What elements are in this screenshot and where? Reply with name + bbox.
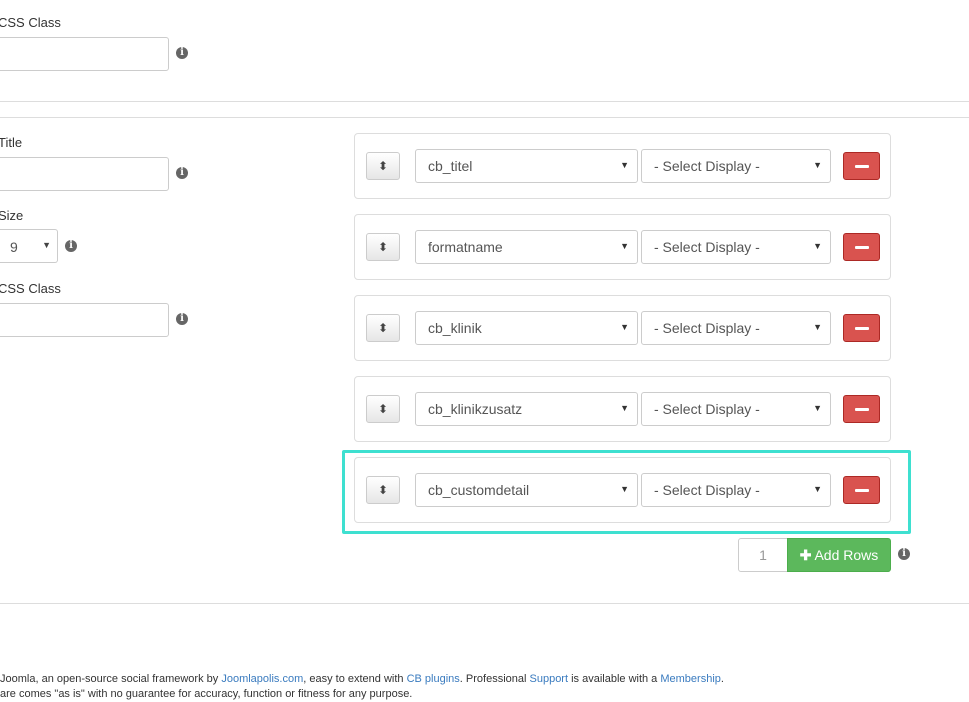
- display-select-value: - Select Display -: [654, 239, 760, 255]
- footer-text: Joomla, an open-source social framework …: [0, 673, 222, 685]
- joomlapolis-link[interactable]: Joomlapolis.com: [221, 673, 303, 685]
- display-select-value: - Select Display -: [654, 320, 760, 336]
- field-select[interactable]: cb_klinik ▼: [415, 311, 638, 345]
- display-select[interactable]: - Select Display - ▼: [641, 149, 831, 183]
- plus-icon: ✚: [799, 547, 812, 563]
- title-input[interactable]: [0, 157, 169, 191]
- membership-link[interactable]: Membership: [660, 673, 721, 685]
- caret-down-icon: ▼: [813, 160, 822, 170]
- remove-row-button[interactable]: [843, 233, 880, 261]
- footer-text: .: [720, 673, 724, 685]
- footer-text: is available with a: [568, 673, 661, 685]
- sort-handle-icon[interactable]: ⬍: [366, 152, 400, 180]
- display-select-value: - Select Display -: [654, 401, 760, 417]
- add-rows-label: Add Rows: [814, 547, 879, 563]
- display-select[interactable]: - Select Display - ▼: [641, 392, 831, 426]
- field-row: ⬍ cb_klinikzusatz ▼ - Select Display - ▼: [354, 376, 891, 442]
- field-select[interactable]: cb_titel ▼: [415, 149, 638, 183]
- info-icon[interactable]: i: [176, 313, 188, 325]
- info-icon[interactable]: i: [65, 240, 77, 252]
- title-label: Title: [0, 135, 23, 150]
- footer-line-2: are comes "as is" with no guarantee for …: [0, 688, 413, 700]
- caret-down-icon: ▼: [620, 403, 629, 413]
- minus-icon: [855, 327, 869, 330]
- info-icon[interactable]: i: [176, 47, 188, 59]
- field-select-value: cb_klinikzusatz: [428, 401, 523, 417]
- sort-handle-icon[interactable]: ⬍: [366, 314, 400, 342]
- caret-down-icon: ▼: [813, 241, 822, 251]
- field-select-value: cb_titel: [428, 158, 473, 174]
- minus-icon: [855, 408, 869, 411]
- display-select[interactable]: - Select Display - ▼: [641, 311, 831, 345]
- sort-handle-icon[interactable]: ⬍: [366, 233, 400, 261]
- minus-icon: [855, 165, 869, 168]
- css-class-label-top: CSS Class: [0, 15, 61, 30]
- cb-plugins-link[interactable]: CB plugins: [407, 673, 460, 685]
- field-select[interactable]: formatname ▼: [415, 230, 638, 264]
- caret-down-icon: ▼: [620, 160, 629, 170]
- css-class-input[interactable]: [0, 303, 169, 337]
- css-class-label: CSS Class: [0, 281, 61, 296]
- size-label: Size: [0, 208, 24, 223]
- footer-text: . Professional: [459, 673, 530, 685]
- add-rows-button[interactable]: ✚ Add Rows: [787, 538, 891, 572]
- sort-handle-icon[interactable]: ⬍: [366, 395, 400, 423]
- field-select[interactable]: cb_klinikzusatz ▼: [415, 392, 638, 426]
- info-icon[interactable]: i: [176, 167, 188, 179]
- info-icon[interactable]: i: [898, 548, 910, 560]
- caret-down-icon: ▼: [620, 241, 629, 251]
- highlight-box: [342, 450, 911, 534]
- divider: [0, 117, 969, 118]
- size-value: 9: [10, 239, 18, 255]
- size-select[interactable]: 9 ▼: [0, 229, 58, 263]
- field-select-value: formatname: [428, 239, 503, 255]
- footer-text: , easy to extend with: [303, 673, 407, 685]
- display-select[interactable]: - Select Display - ▼: [641, 230, 831, 264]
- divider: [0, 101, 969, 102]
- field-row: ⬍ cb_titel ▼ - Select Display - ▼: [354, 133, 891, 199]
- caret-down-icon: ▼: [42, 240, 51, 250]
- support-link[interactable]: Support: [530, 673, 569, 685]
- field-row: ⬍ formatname ▼ - Select Display - ▼: [354, 214, 891, 280]
- remove-row-button[interactable]: [843, 395, 880, 423]
- field-select-value: cb_klinik: [428, 320, 482, 336]
- field-row: ⬍ cb_klinik ▼ - Select Display - ▼: [354, 295, 891, 361]
- caret-down-icon: ▼: [620, 322, 629, 332]
- rows-count-input[interactable]: 1: [738, 538, 788, 572]
- remove-row-button[interactable]: [843, 152, 880, 180]
- css-class-input-top[interactable]: [0, 37, 169, 71]
- display-select-value: - Select Display -: [654, 158, 760, 174]
- remove-row-button[interactable]: [843, 314, 880, 342]
- minus-icon: [855, 246, 869, 249]
- footer-line-1: Joomla, an open-source social framework …: [0, 673, 724, 685]
- caret-down-icon: ▼: [813, 403, 822, 413]
- caret-down-icon: ▼: [813, 322, 822, 332]
- divider: [0, 603, 969, 604]
